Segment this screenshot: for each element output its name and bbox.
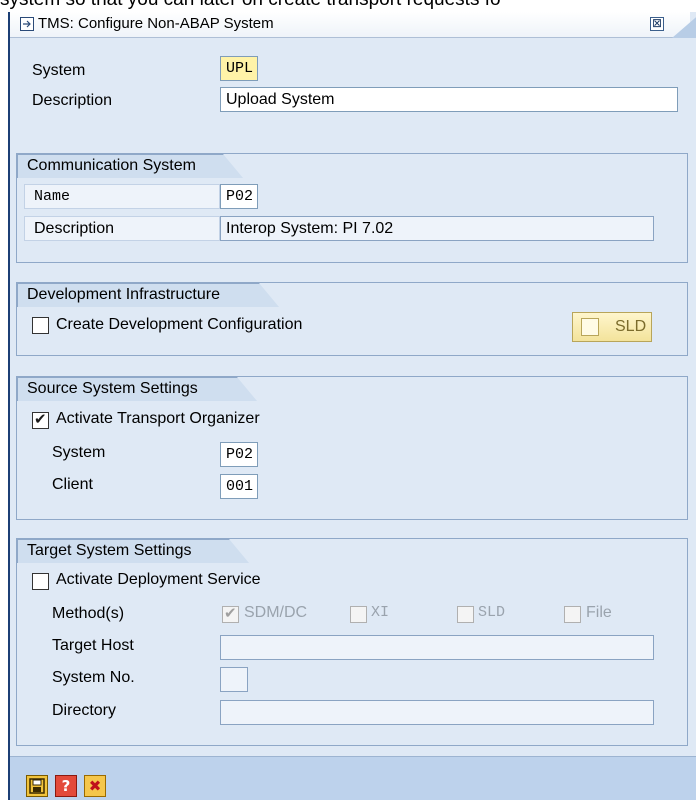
system-no-field[interactable] (220, 667, 248, 692)
target-host-field[interactable] (220, 635, 654, 660)
comm-description-field: Interop System: PI 7.02 (220, 216, 654, 241)
create-dev-config-label: Create Development Configuration (56, 316, 303, 333)
method-xi-label: XI (371, 604, 390, 621)
methods-label: Method(s) (52, 605, 125, 622)
system-field[interactable]: UPL (220, 56, 258, 81)
description-label: Description (32, 92, 113, 109)
source-system-field[interactable]: P02 (220, 442, 258, 467)
comm-description-label: Description (24, 216, 220, 241)
comm-name-label: Name (24, 184, 220, 209)
activate-deployment-service-label: Activate Deployment Service (56, 571, 261, 588)
title-corner-decoration (672, 12, 696, 38)
source-system-title: Source System Settings (17, 377, 257, 401)
document-icon (581, 318, 599, 336)
sld-button[interactable]: SLD (572, 312, 652, 342)
sld-button-label: SLD (615, 318, 647, 335)
directory-label: Directory (52, 702, 117, 719)
source-client-field[interactable]: 001 (220, 474, 258, 499)
activate-deployment-service-checkbox[interactable] (32, 573, 49, 590)
method-file-checkbox[interactable] (564, 606, 581, 623)
close-icon[interactable]: ⊠ (650, 17, 664, 31)
create-dev-config-checkbox[interactable] (32, 317, 49, 334)
background-document-text: system so that you can later on create t… (0, 0, 501, 11)
dialog-body: System UPL Description Upload System Com… (10, 38, 696, 800)
method-sld-checkbox[interactable] (457, 606, 474, 623)
development-infrastructure-title: Development Infrastructure (17, 283, 279, 307)
system-no-label: System No. (52, 669, 135, 686)
check-mark-icon: ✔ (34, 410, 47, 428)
activate-transport-organizer-label: Activate Transport Organizer (56, 410, 260, 427)
directory-field[interactable] (220, 700, 654, 725)
target-host-label: Target Host (52, 637, 134, 654)
help-button[interactable]: ? (55, 775, 77, 797)
title-bar[interactable]: TMS: Configure Non-ABAP System ⊠ (10, 12, 696, 38)
save-button[interactable] (26, 775, 48, 797)
description-field[interactable]: Upload System (220, 87, 678, 112)
method-file-label: File (586, 604, 612, 621)
configure-dialog: TMS: Configure Non-ABAP System ⊠ System … (8, 12, 696, 800)
method-sdm-dc-label: SDM/DC (244, 604, 308, 621)
source-system-label: System (52, 444, 106, 461)
method-sdm-dc-checkbox[interactable]: ✔ (222, 604, 239, 623)
comm-name-field[interactable]: P02 (220, 184, 258, 209)
save-icon (29, 778, 45, 794)
footer-toolbar: ? ✖ (10, 756, 696, 800)
method-xi-checkbox[interactable] (350, 606, 367, 623)
cancel-icon: ✖ (88, 777, 102, 795)
window-icon (20, 17, 34, 31)
activate-transport-organizer-checkbox[interactable]: ✔ (32, 410, 49, 429)
target-system-title: Target System Settings (17, 539, 249, 563)
source-client-label: Client (52, 476, 93, 493)
cancel-button[interactable]: ✖ (84, 775, 106, 797)
communication-system-title: Communication System (17, 154, 243, 178)
method-sld-label: SLD (478, 604, 506, 621)
system-label: System (32, 62, 86, 79)
check-mark-icon: ✔ (224, 604, 237, 622)
help-icon: ? (61, 777, 71, 795)
window-title: TMS: Configure Non-ABAP System (38, 15, 274, 32)
